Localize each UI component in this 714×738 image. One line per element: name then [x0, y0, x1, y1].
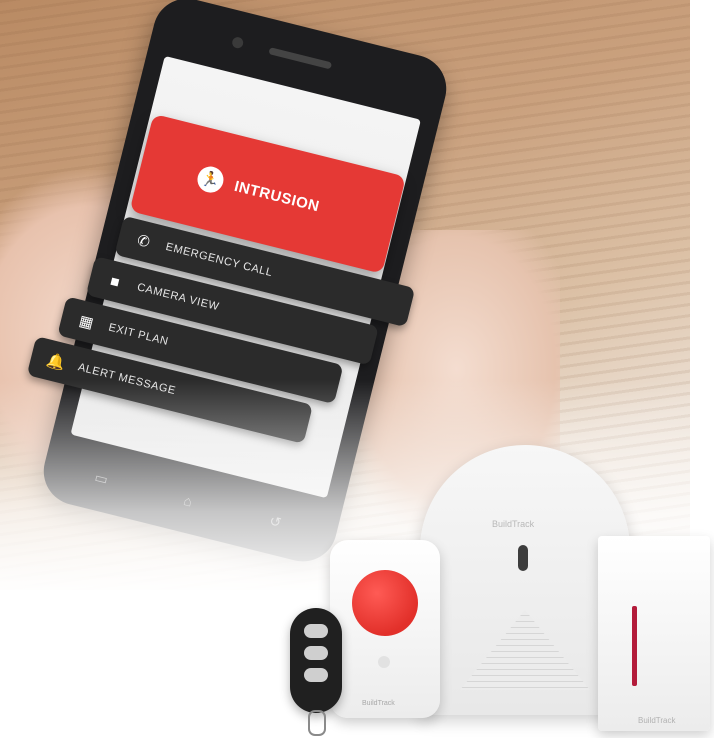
alert-title: INTRUSION [232, 177, 322, 215]
earpiece-speaker [268, 47, 333, 70]
running-person-icon: 🏃 [194, 163, 227, 196]
menu-item-label: CAMERA VIEW [135, 281, 221, 314]
menu-item-label: EMERGENCY CALL [164, 240, 274, 280]
bell-icon: 🔔 [44, 351, 68, 373]
status-led [378, 656, 390, 668]
sensor-indicator-strip [632, 606, 637, 686]
sensor-lens [518, 545, 528, 571]
video-camera-icon: ■ [108, 272, 122, 291]
brand-logo: BuildTrack [492, 519, 535, 529]
red-panic-button [352, 570, 418, 636]
fob-button [304, 668, 328, 682]
front-camera [231, 36, 245, 50]
menu-item-label: EXIT PLAN [107, 321, 170, 349]
fob-button [304, 646, 328, 660]
remote-key-fob [290, 608, 342, 736]
keyring [308, 710, 326, 736]
fob-button [304, 624, 328, 638]
brand-logo: BuildTrack [362, 700, 395, 707]
door-window-sensor: BuildTrack [598, 536, 710, 731]
panic-button-device: BuildTrack [330, 540, 440, 718]
phone-icon: ✆ [135, 231, 152, 252]
brand-logo: BuildTrack [638, 716, 676, 725]
sensor-grille [460, 610, 590, 690]
product-photo: ▭ ⌂ ↺ 🏃 INTRUSION ✆ EMERGENCY CALL ■ CAM… [0, 0, 714, 738]
map-icon: ▦ [77, 312, 96, 333]
